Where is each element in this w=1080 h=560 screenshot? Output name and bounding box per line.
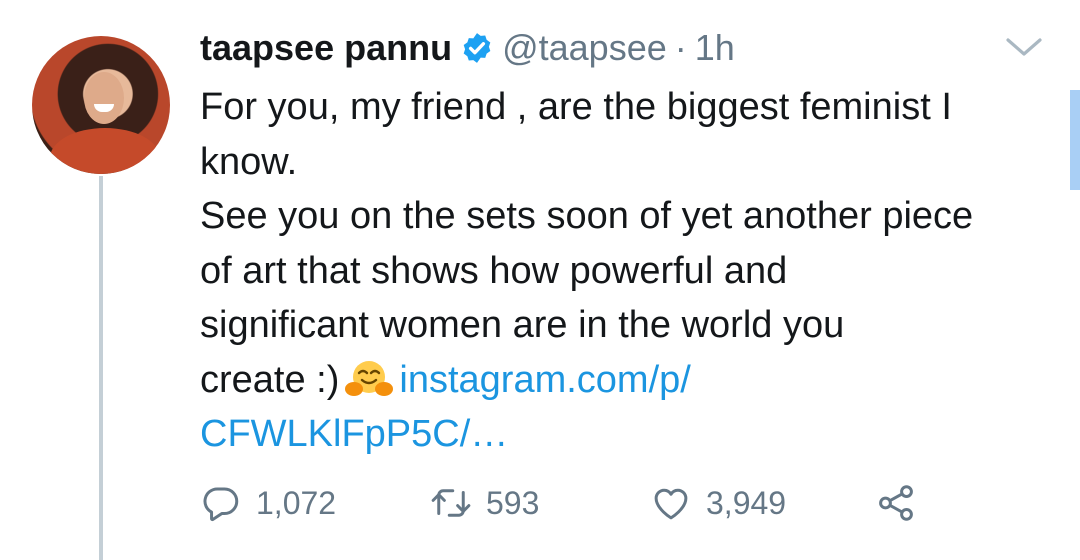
retweet-button[interactable]: 593 <box>430 482 650 524</box>
tweet-text-line: See you on the sets soon of yet another … <box>200 195 974 237</box>
tweet-text-line: know. <box>200 140 298 183</box>
verified-badge-icon <box>463 33 491 63</box>
reply-count: 1,072 <box>256 484 337 521</box>
retweet-count: 593 <box>486 484 540 521</box>
reply-button[interactable]: 1,072 <box>200 482 430 524</box>
tweet-text-line: significant women are in the world you <box>200 304 845 346</box>
author-name[interactable]: taapsee pannu <box>200 27 452 69</box>
instagram-link-continued[interactable]: CFWLKlFpP5C/… <box>200 413 508 455</box>
tweet-header: taapsee pannu @taapsee · 1h <box>200 26 735 70</box>
tweet-timestamp[interactable]: 1h <box>695 27 735 69</box>
reply-icon <box>203 487 239 522</box>
heart-icon <box>654 488 688 520</box>
hugging-face-emoji-icon <box>345 360 394 396</box>
tweet-text-line: For you, my friend , are the biggest fem… <box>200 86 952 128</box>
scrollbar-thumb[interactable] <box>1070 90 1080 190</box>
tweet-text-line: of art that shows how powerful and <box>200 249 788 292</box>
author-handle[interactable]: @taapsee <box>502 27 667 69</box>
tweet-text: For you, my friend , are the biggest fem… <box>200 80 1060 462</box>
like-count: 3,949 <box>706 484 787 521</box>
avatar-face <box>84 72 124 124</box>
chevron-down-icon[interactable] <box>1004 32 1044 62</box>
like-button[interactable]: 3,949 <box>650 482 875 524</box>
share-button[interactable] <box>875 482 931 524</box>
retweet-icon <box>431 489 471 517</box>
thread-line <box>99 176 103 560</box>
avatar-jacket <box>50 128 160 174</box>
instagram-link[interactable]: instagram.com/p/ <box>399 359 690 401</box>
separator-dot: · <box>674 27 687 68</box>
author-avatar[interactable] <box>32 36 170 174</box>
share-icon <box>879 485 913 521</box>
tweet-text-fragment: create :) <box>200 358 340 401</box>
tweet-text-line: CFWLKlFpP5C/… <box>200 407 1060 462</box>
tweet-text-line: create :) instagram.com/p/ <box>200 353 1060 408</box>
tweet-actions: 1,072 593 3,949 <box>200 478 931 528</box>
